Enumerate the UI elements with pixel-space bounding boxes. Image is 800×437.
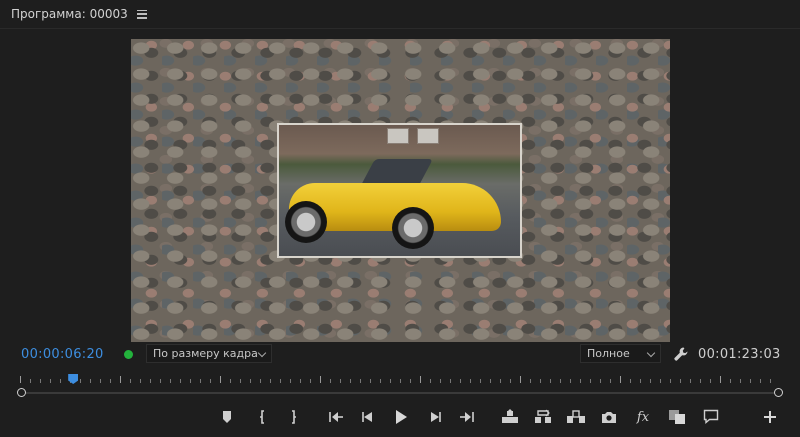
- video-inset: [277, 123, 522, 258]
- chevron-down-icon: [646, 348, 656, 358]
- playback-quality-value: Полное: [587, 347, 630, 360]
- video-frame: [131, 39, 670, 342]
- duration-timecode: 00:01:23:03: [698, 347, 781, 362]
- current-timecode[interactable]: 00:00:06:20: [21, 347, 104, 362]
- house-window: [417, 128, 439, 144]
- comparison-view-icon[interactable]: [666, 407, 688, 427]
- ruler-major-ticks: [20, 376, 780, 383]
- step-forward-icon[interactable]: [424, 407, 446, 427]
- transport-toolbar: fx: [0, 404, 800, 430]
- play-icon[interactable]: [390, 407, 412, 427]
- marker-icon[interactable]: [216, 407, 238, 427]
- mark-in-icon[interactable]: [252, 407, 274, 427]
- status-indicator: [124, 350, 133, 359]
- extract-icon[interactable]: [532, 407, 554, 427]
- hamburger-menu-icon[interactable]: [136, 9, 147, 19]
- program-monitor-viewport[interactable]: [0, 29, 800, 343]
- go-to-out-icon[interactable]: [456, 407, 478, 427]
- panel-header: Программа: 00003: [0, 0, 800, 28]
- camera-icon[interactable]: [598, 407, 620, 427]
- wrench-icon[interactable]: [672, 345, 690, 363]
- out-point-handle[interactable]: [774, 388, 783, 397]
- panel-title[interactable]: Программа: 00003: [11, 7, 128, 21]
- playback-quality-dropdown[interactable]: Полное: [580, 344, 661, 363]
- chevron-down-icon: [257, 348, 267, 358]
- timeline-ruler[interactable]: [0, 370, 800, 400]
- lift-icon[interactable]: [499, 407, 521, 427]
- step-back-icon[interactable]: [357, 407, 379, 427]
- monitor-controls: 00:00:06:20 По размеру кадра Полное 00:0…: [0, 343, 800, 367]
- zoom-level-value: По размеру кадра: [153, 347, 258, 360]
- add-button-icon[interactable]: [759, 407, 781, 427]
- in-point-handle[interactable]: [17, 388, 26, 397]
- zoom-level-dropdown[interactable]: По размеру кадра: [146, 344, 272, 363]
- fx-icon[interactable]: fx: [632, 407, 654, 427]
- car-wheel: [285, 201, 327, 243]
- house-window: [387, 128, 409, 144]
- export-frame-icon[interactable]: [565, 407, 587, 427]
- comment-icon[interactable]: [700, 407, 722, 427]
- go-to-in-icon[interactable]: [325, 407, 347, 427]
- mark-out-icon[interactable]: [282, 407, 304, 427]
- car-wheel: [392, 207, 434, 249]
- playback-track[interactable]: [24, 392, 776, 394]
